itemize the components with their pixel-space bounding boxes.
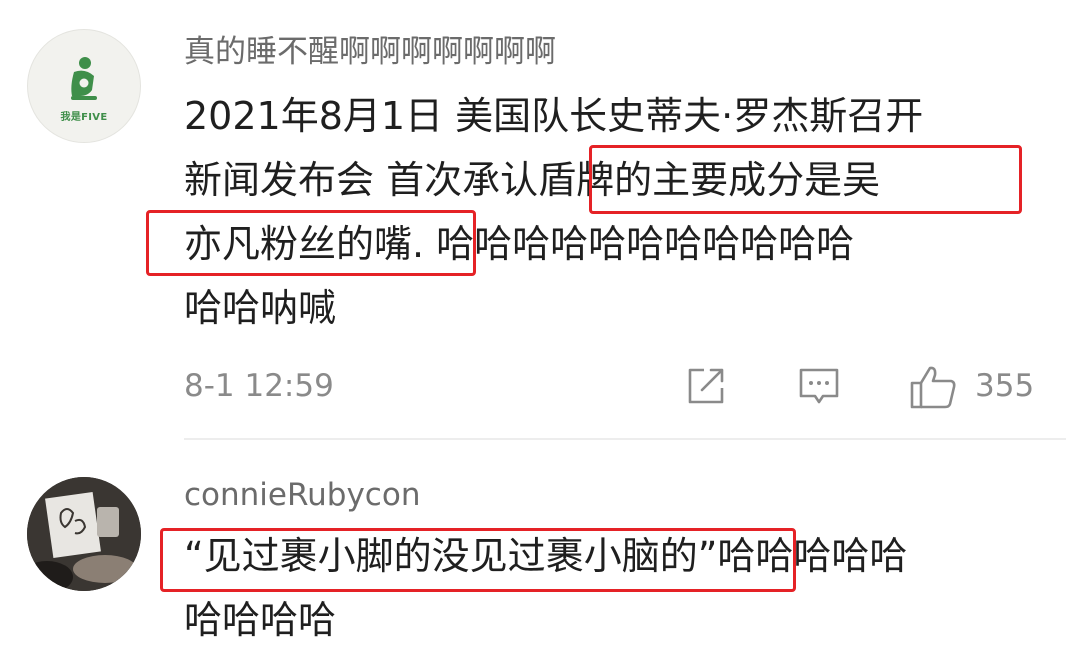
comment-icon[interactable] xyxy=(797,364,841,408)
share-icon[interactable] xyxy=(684,364,728,408)
comment-item: 我是FIVE 真的睡不醒啊啊啊啊啊啊啊 2021年8月1日 美国队长史蒂夫·罗杰… xyxy=(0,0,1066,440)
timestamp: 8-1 12:59 xyxy=(184,368,334,404)
figure-logo-icon xyxy=(71,57,97,100)
highlight-box xyxy=(146,210,476,276)
comment-line: 哈哈哈哈 xyxy=(184,598,337,642)
like-count: 355 xyxy=(975,368,1035,404)
photo-avatar-icon xyxy=(27,477,141,591)
highlight-box xyxy=(160,528,796,592)
comment-item: connieRubycon “见过裹小脚的没见过裹小脑的”哈哈哈哈哈 哈哈哈哈 xyxy=(0,440,1066,667)
highlight-box xyxy=(589,145,1022,214)
username[interactable]: connieRubycon xyxy=(184,480,420,511)
username[interactable]: 真的睡不醒啊啊啊啊啊啊啊 xyxy=(184,37,556,68)
avatar[interactable]: 我是FIVE xyxy=(27,29,141,143)
comment-line: 2021年8月1日 美国队长史蒂夫·罗杰斯召开 xyxy=(184,94,924,138)
comment-line: 哈哈呐喊 xyxy=(184,286,337,330)
avatar-caption: 我是FIVE xyxy=(60,112,108,123)
avatar[interactable] xyxy=(27,477,141,591)
comment-meta: 8-1 12:59 355 xyxy=(184,362,1044,410)
like-icon[interactable] xyxy=(909,364,957,410)
